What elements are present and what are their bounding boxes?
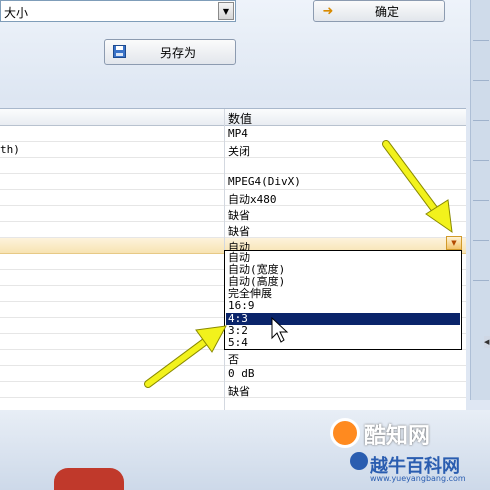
- dropdown-option-highlighted[interactable]: 4:3: [226, 313, 460, 325]
- table-row[interactable]: MP4: [0, 126, 466, 142]
- grid-header-row: 数值: [0, 109, 466, 126]
- size-combo[interactable]: 大小 ▼: [0, 0, 236, 22]
- row-value: 缺省: [228, 225, 250, 238]
- row-value: MPEG4(DivX): [228, 175, 301, 188]
- top-panel: 大小 ▼ ➜ 确定 另存为: [0, 0, 490, 100]
- watermark-url: www.yueyangbang.com: [370, 474, 466, 483]
- arrow-right-icon: ➜: [322, 3, 334, 19]
- table-row[interactable]: 自动x480: [0, 190, 466, 206]
- table-row[interactable]: 缺省: [0, 382, 466, 398]
- aspect-ratio-dropdown-list[interactable]: 自动 自动(宽度) 自动(高度) 完全伸展 16:9 4:3 3:2 5:4: [224, 250, 462, 350]
- row-value: MP4: [228, 127, 248, 140]
- row-value: 关闭: [228, 145, 250, 158]
- watermark-logo2-icon: [350, 452, 368, 470]
- table-row[interactable]: th) 关闭: [0, 142, 466, 158]
- ok-button[interactable]: ➜ 确定: [313, 0, 445, 22]
- row-name: th): [0, 143, 20, 156]
- dropdown-option[interactable]: 完全伸展: [226, 288, 460, 300]
- table-row[interactable]: 否: [0, 350, 466, 366]
- row-value: 否: [228, 353, 239, 366]
- row-value: 0 dB: [228, 367, 255, 380]
- row-value: 缺省: [228, 209, 250, 222]
- scroll-left-icon[interactable]: ◀: [484, 336, 490, 348]
- table-row[interactable]: 缺省: [0, 206, 466, 222]
- dropdown-chevron-down-icon[interactable]: ▼: [446, 236, 462, 250]
- save-as-button[interactable]: 另存为: [104, 39, 236, 65]
- watermark-logo-icon: [330, 418, 360, 448]
- watermark-brand: 酷知网: [364, 424, 431, 449]
- row-value: 缺省: [228, 385, 250, 398]
- watermark: 酷知网 越牛百科网 www.yueyangbang.com: [320, 414, 490, 490]
- table-row[interactable]: [0, 158, 466, 174]
- floppy-disk-icon: [111, 43, 127, 59]
- size-combo-value: 大小: [4, 6, 29, 20]
- chevron-down-icon[interactable]: ▼: [218, 2, 234, 20]
- table-row[interactable]: MPEG4(DivX): [0, 174, 466, 190]
- table-row[interactable]: 缺省: [0, 222, 466, 238]
- decorative-red-shape: [54, 468, 124, 490]
- value-column-header: 数值: [228, 112, 253, 126]
- table-row[interactable]: 0 dB: [0, 366, 466, 382]
- dropdown-option[interactable]: 16:9: [226, 300, 460, 312]
- dropdown-option[interactable]: 3:2: [226, 325, 460, 337]
- row-value: 自动x480: [228, 193, 277, 206]
- dropdown-option[interactable]: 5:4: [226, 337, 460, 349]
